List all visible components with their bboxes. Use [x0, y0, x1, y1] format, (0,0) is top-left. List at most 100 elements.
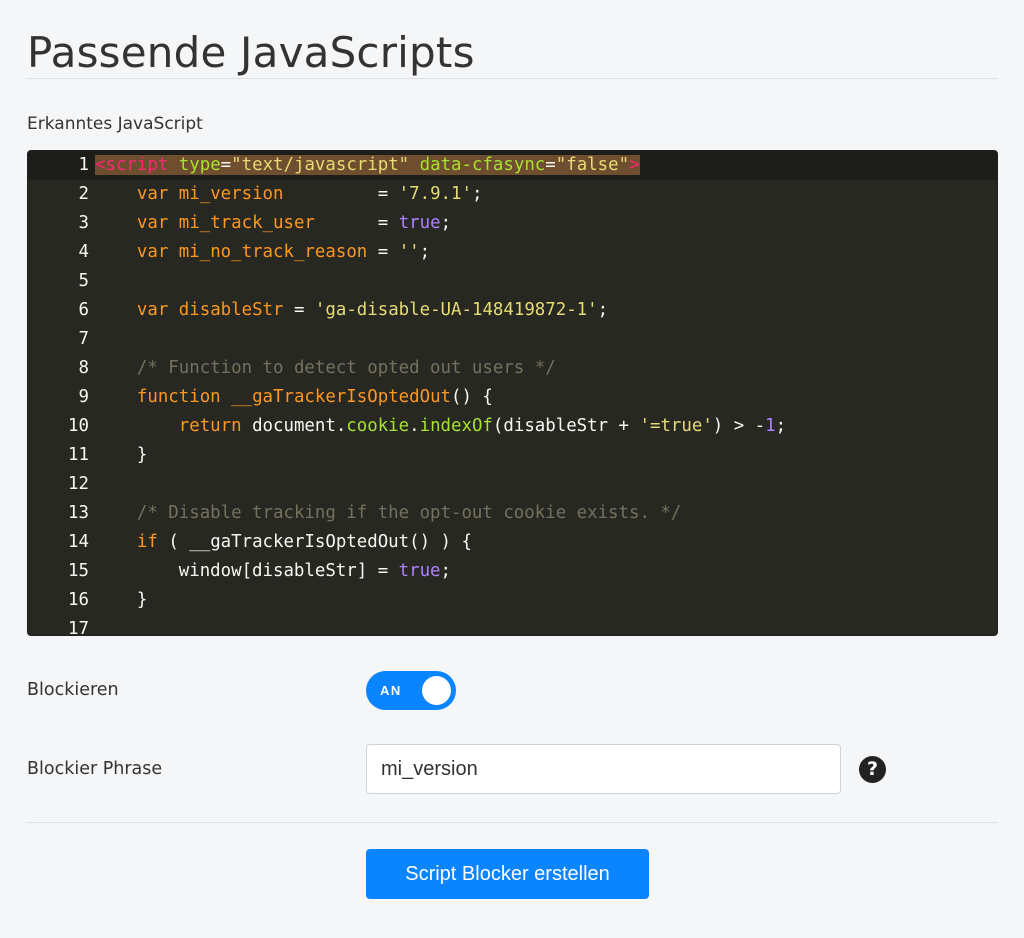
- code-token: =: [545, 155, 556, 175]
- code-token: ;: [440, 213, 452, 233]
- code-token: (disableStr +: [492, 416, 640, 436]
- code-text: var mi_no_track_reason = '';: [95, 238, 430, 267]
- detected-script-label: Erkanntes JavaScript: [27, 114, 203, 134]
- block-phrase-input[interactable]: [366, 744, 841, 794]
- code-token: ;: [597, 300, 609, 320]
- code-token: [168, 155, 179, 175]
- code-text: /* Disable tracking if the opt-out cooki…: [95, 499, 681, 528]
- code-token: [409, 155, 420, 175]
- code-line: 11 }: [28, 441, 997, 470]
- code-token: =: [314, 213, 399, 233]
- page-title: Passende JavaScripts: [27, 28, 475, 77]
- code-editor[interactable]: 1 <script type="text/javascript" data-cfa…: [27, 150, 998, 636]
- code-token: true: [398, 213, 441, 233]
- block-label: Blockieren: [27, 680, 119, 700]
- code-token: cookie: [346, 416, 410, 436]
- code-token: disableStr: [178, 300, 284, 320]
- code-token: =: [220, 155, 232, 175]
- block-phrase-label: Blockier Phrase: [27, 759, 163, 779]
- code-token: ;: [419, 242, 431, 262]
- code-text: var mi_track_user = true;: [95, 209, 451, 238]
- code-token: data-cfasync: [419, 155, 546, 175]
- code-line: 6 var disableStr = 'ga-disable-UA-148419…: [28, 296, 997, 325]
- line-number: 4: [78, 242, 89, 262]
- code-text: var disableStr = 'ga-disable-UA-14841987…: [95, 296, 608, 325]
- line-number: 17: [68, 619, 89, 636]
- code-line: 3 var mi_track_user = true;: [28, 209, 997, 238]
- code-line: 14 if ( __gaTrackerIsOptedOut() ) {: [28, 528, 997, 557]
- bottom-divider: [27, 822, 998, 823]
- line-number: 5: [78, 271, 89, 291]
- code-token: __gaTrackerIsOptedOut: [231, 387, 452, 407]
- code-token: type: [178, 155, 221, 175]
- code-line: 5: [28, 267, 997, 296]
- code-token: /* Function to detect opted out users */: [136, 358, 556, 378]
- code-token: var: [136, 184, 169, 204]
- line-number: 14: [68, 532, 89, 552]
- code-token: }: [95, 445, 148, 465]
- code-text: <script type="text/javascript" data-cfas…: [95, 151, 640, 180]
- code-text: if ( __gaTrackerIsOptedOut() ) {: [95, 528, 472, 557]
- code-text: var mi_version = '7.9.1';: [95, 180, 483, 209]
- toggle-state-text: AN: [380, 683, 402, 698]
- code-line: 17: [28, 615, 997, 636]
- code-token: ;: [471, 184, 483, 204]
- line-number: 11: [68, 445, 89, 465]
- code-token: =: [283, 300, 315, 320]
- code-line: 15 window[disableStr] = true;: [28, 557, 997, 586]
- code-line: 9 function __gaTrackerIsOptedOut() {: [28, 383, 997, 412]
- line-number: 12: [68, 474, 89, 494]
- code-token: function: [136, 387, 221, 407]
- code-token: ;: [775, 416, 787, 436]
- line-number: 8: [78, 358, 89, 378]
- question-circle-icon[interactable]: ?: [859, 756, 886, 783]
- code-token: "false": [555, 155, 630, 175]
- line-number: 9: [78, 387, 89, 407]
- code-token: document.: [241, 416, 347, 436]
- line-number: 10: [68, 416, 89, 436]
- code-token: ;: [440, 561, 452, 581]
- code-text: return document.cookie.indexOf(disableSt…: [95, 412, 786, 441]
- code-token: ( __gaTrackerIsOptedOut() ) {: [157, 532, 472, 552]
- code-token: if: [136, 532, 158, 552]
- code-token: '7.9.1': [398, 184, 472, 204]
- create-script-blocker-button[interactable]: Script Blocker erstellen: [366, 849, 649, 899]
- code-token: >: [629, 155, 640, 175]
- code-token: =: [283, 184, 399, 204]
- code-token: .: [409, 416, 420, 436]
- toggle-knob: [422, 676, 451, 705]
- code-text: /* Function to detect opted out users */: [95, 354, 556, 383]
- code-line: 16 }: [28, 586, 997, 615]
- code-token: var: [136, 300, 169, 320]
- line-number: 7: [78, 329, 89, 349]
- code-line: 10 return document.cookie.indexOf(disabl…: [28, 412, 997, 441]
- code-token: }: [95, 590, 148, 610]
- code-line: 1 <script type="text/javascript" data-cfa…: [28, 151, 997, 180]
- code-token: true: [398, 561, 441, 581]
- code-token: '=true': [639, 416, 713, 436]
- code-line: 4 var mi_no_track_reason = '';: [28, 238, 997, 267]
- code-line: 13 /* Disable tracking if the opt-out co…: [28, 499, 997, 528]
- block-toggle[interactable]: AN: [366, 671, 456, 710]
- line-number: 2: [78, 184, 89, 204]
- code-text: window[disableStr] = true;: [95, 557, 451, 586]
- code-token: indexOf: [419, 416, 493, 436]
- code-token: 1: [765, 416, 776, 436]
- code-text: }: [95, 441, 147, 470]
- code-line: 8 /* Function to detect opted out users …: [28, 354, 997, 383]
- code-line: 2 var mi_version = '7.9.1';: [28, 180, 997, 209]
- code-token: 'ga-disable-UA-148419872-1': [314, 300, 598, 320]
- line-number: 3: [78, 213, 89, 233]
- line-number: 16: [68, 590, 89, 610]
- code-token: "text/javascript": [231, 155, 410, 175]
